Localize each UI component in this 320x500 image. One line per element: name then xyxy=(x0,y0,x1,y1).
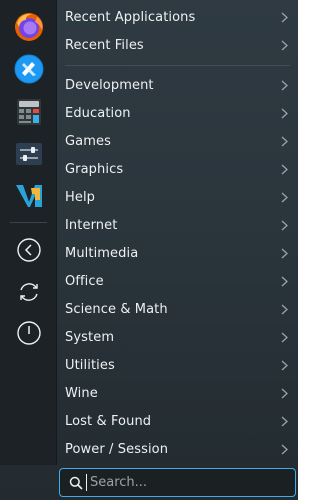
chevron-right-icon xyxy=(279,219,289,231)
category-item[interactable]: Science & Math xyxy=(57,295,298,323)
category-item[interactable]: Education xyxy=(57,99,298,127)
chevron-right-icon xyxy=(279,191,289,203)
chevron-right-icon xyxy=(279,107,289,119)
text-cursor xyxy=(86,474,87,491)
plasma-discover-icon[interactable] xyxy=(13,53,45,85)
recent-applications-item[interactable]: Recent Applications xyxy=(57,3,298,31)
category-item[interactable]: Games xyxy=(57,127,298,155)
chevron-right-icon xyxy=(279,387,289,399)
category-label: Wine xyxy=(65,385,98,401)
system-settings-icon[interactable] xyxy=(13,138,45,170)
chevron-right-icon xyxy=(279,443,289,455)
search-input[interactable] xyxy=(90,472,280,493)
chevron-right-icon xyxy=(279,79,289,91)
calculator-icon[interactable] xyxy=(13,96,45,128)
recent-files-item[interactable]: Recent Files xyxy=(57,31,298,59)
recent-files-label: Recent Files xyxy=(65,37,144,53)
chevron-right-icon xyxy=(279,275,289,287)
category-label: Utilities xyxy=(65,357,115,373)
list-separator xyxy=(65,65,290,66)
category-item[interactable]: Office xyxy=(57,267,298,295)
category-label: Education xyxy=(65,105,131,121)
category-item[interactable]: System xyxy=(57,323,298,351)
leave-icon[interactable] xyxy=(15,236,43,264)
chevron-right-icon xyxy=(279,415,289,427)
category-label: Science & Math xyxy=(65,301,168,317)
favorites-sidebar xyxy=(0,0,57,465)
vscodium-icon[interactable] xyxy=(13,180,45,212)
category-item[interactable]: Wine xyxy=(57,379,298,407)
chevron-right-icon xyxy=(279,359,289,371)
sidebar-separator xyxy=(10,222,47,223)
chevron-right-icon xyxy=(279,39,289,51)
restart-icon[interactable] xyxy=(15,278,43,306)
category-item[interactable]: Power / Session xyxy=(57,435,298,463)
shutdown-icon[interactable] xyxy=(15,319,43,347)
category-item[interactable]: Graphics xyxy=(57,155,298,183)
application-launcher: Recent Applications Recent Files Develop… xyxy=(0,0,298,500)
chevron-right-icon xyxy=(279,303,289,315)
chevron-right-icon xyxy=(279,11,289,23)
category-label: Power / Session xyxy=(65,441,169,457)
category-label: Help xyxy=(65,189,96,205)
chevron-right-icon xyxy=(279,247,289,259)
category-label: Games xyxy=(65,133,111,149)
category-item[interactable]: Lost & Found xyxy=(57,407,298,435)
search-bar[interactable] xyxy=(59,468,296,497)
recent-applications-label: Recent Applications xyxy=(65,9,196,25)
category-item[interactable]: Internet xyxy=(57,211,298,239)
category-item[interactable]: Development xyxy=(57,71,298,99)
chevron-right-icon xyxy=(279,163,289,175)
category-item[interactable]: Utilities xyxy=(57,351,298,379)
category-label: Lost & Found xyxy=(65,413,152,429)
category-label: System xyxy=(65,329,115,345)
chevron-right-icon xyxy=(279,331,289,343)
category-item[interactable]: Multimedia xyxy=(57,239,298,267)
category-label: Graphics xyxy=(65,161,124,177)
category-item[interactable]: Help xyxy=(57,183,298,211)
search-icon xyxy=(68,475,84,491)
category-label: Development xyxy=(65,77,154,93)
firefox-icon[interactable] xyxy=(13,11,45,43)
category-label: Multimedia xyxy=(65,245,139,261)
category-label: Internet xyxy=(65,217,118,233)
category-label: Office xyxy=(65,273,104,289)
chevron-right-icon xyxy=(279,135,289,147)
